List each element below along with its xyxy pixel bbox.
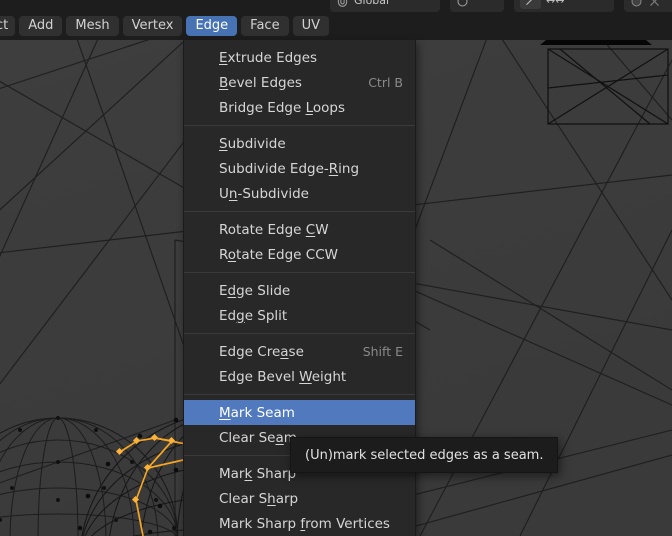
menu-item-mark-sharp-label: Mark Sharp xyxy=(219,465,297,482)
menu-vertex[interactable]: Vertex xyxy=(122,16,183,36)
menu-item-mark-seam[interactable]: Mark Seam xyxy=(184,400,415,425)
menu-mesh[interactable]: Mesh xyxy=(66,16,119,36)
menu-item-mark-sharp-from-vertices[interactable]: Mark Sharp from Vertices xyxy=(184,511,415,536)
menu-separator-3 xyxy=(184,272,415,273)
tool-group-shading[interactable] xyxy=(624,0,672,12)
menu-item-edge-crease-label: Edge Crease xyxy=(219,343,304,360)
tool-group-transform-orientation-label: Global xyxy=(354,0,390,7)
orientation-icon xyxy=(630,0,643,8)
menu-item-edge-slide[interactable]: Edge Slide xyxy=(184,278,415,303)
menu-item-bevel-edges-label: Bevel Edges xyxy=(219,74,302,91)
menu-item-edge-crease[interactable]: Edge Crease Shift E xyxy=(184,339,415,364)
menu-face[interactable]: Face xyxy=(241,16,289,36)
menu-item-edge-bevel-weight[interactable]: Edge Bevel Weight xyxy=(184,364,415,389)
menu-item-un-subdivide[interactable]: Un-Subdivide xyxy=(184,181,415,206)
menu-item-subdivide-label: Subdivide xyxy=(219,135,286,152)
menu-item-bridge-edge-loops[interactable]: Bridge Edge Loops xyxy=(184,95,415,120)
menu-item-clear-sharp-label: Clear Sharp xyxy=(219,490,299,507)
tooltip-text: (Un)mark selected edges as a seam. xyxy=(305,447,544,463)
menu-add[interactable]: Add xyxy=(19,16,63,36)
menu-item-mark-sharp-from-vertices-label: Mark Sharp from Vertices xyxy=(219,515,390,532)
menu-item-subdivide-edge-ring[interactable]: Subdivide Edge-Ring xyxy=(184,156,415,181)
menu-item-clear-sharp[interactable]: Clear Sharp xyxy=(184,486,415,511)
snap-magnet-icon xyxy=(336,0,349,8)
tool-group-proportional-editing[interactable] xyxy=(450,0,504,12)
menu-item-extrude-edges-label: Extrude Edges xyxy=(219,49,318,66)
menu-item-rotate-edge-cw-label: Rotate Edge CW xyxy=(219,221,329,238)
menu-item-bevel-edges[interactable]: Bevel Edges Ctrl B xyxy=(184,70,415,95)
tooltip: (Un)mark selected edges as a seam. xyxy=(290,437,558,473)
menu-edge[interactable]: Edge xyxy=(186,16,238,36)
menu-item-subdivide[interactable]: Subdivide xyxy=(184,131,415,156)
scale-cage-icon xyxy=(648,0,661,8)
menu-item-mark-seam-label: Mark Seam xyxy=(219,404,295,421)
menu-separator-4 xyxy=(184,333,415,334)
menu-item-rotate-edge-cw[interactable]: Rotate Edge CW xyxy=(184,217,415,242)
proportional-editing-icon xyxy=(456,0,469,8)
menu-separator-2 xyxy=(184,211,415,212)
menu-item-subdivide-edge-ring-label: Subdivide Edge-Ring xyxy=(219,160,360,177)
blender-window: Global ↔↔ ct Add Mesh xyxy=(0,0,672,536)
menu-item-rotate-edge-ccw[interactable]: Rotate Edge CCW xyxy=(184,242,415,267)
tool-group-transform-orientation[interactable]: Global xyxy=(330,0,440,12)
viewport-tool-settings-strip[interactable]: Global ↔↔ xyxy=(0,0,672,12)
snap-toggle[interactable] xyxy=(520,0,541,9)
menu-separator-1 xyxy=(184,125,415,126)
menu-item-bevel-edges-shortcut: Ctrl B xyxy=(368,75,403,90)
snap-icon xyxy=(524,0,537,8)
menu-item-un-subdivide-label: Un-Subdivide xyxy=(219,185,309,202)
menu-item-extrude-edges[interactable]: Extrude Edges xyxy=(184,45,415,70)
menu-select-clipped[interactable]: ct xyxy=(0,16,16,36)
menu-item-edge-crease-shortcut: Shift E xyxy=(362,344,403,359)
menu-item-edge-split[interactable]: Edge Split xyxy=(184,303,415,328)
menu-item-rotate-edge-ccw-label: Rotate Edge CCW xyxy=(219,246,338,263)
menu-item-clear-seam-label: Clear Seam xyxy=(219,429,297,446)
menu-item-edge-bevel-weight-label: Edge Bevel Weight xyxy=(219,368,347,385)
menu-uv[interactable]: UV xyxy=(292,16,329,36)
tool-group-snapping[interactable]: ↔↔ xyxy=(514,0,614,12)
snap-mode-label: ↔↔ xyxy=(546,0,565,7)
menu-item-edge-slide-label: Edge Slide xyxy=(219,282,291,299)
menu-item-edge-split-label: Edge Split xyxy=(219,307,288,324)
menu-item-bridge-edge-loops-label: Bridge Edge Loops xyxy=(219,99,345,116)
viewport-header-menubar[interactable]: ct Add Mesh Vertex Edge Face UV xyxy=(0,12,672,40)
menu-separator-5 xyxy=(184,394,415,395)
